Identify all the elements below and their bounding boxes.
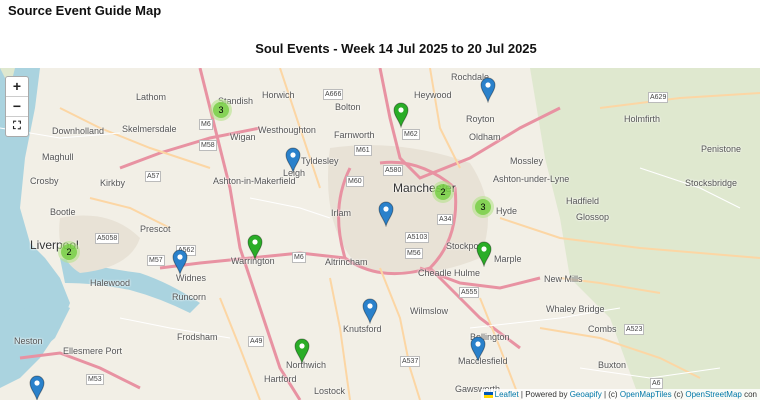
place-label: Hyde <box>496 206 518 216</box>
place-label: Lostock <box>314 386 346 396</box>
place-label: Penistone <box>701 144 742 154</box>
fullscreen-button[interactable]: ⛶ <box>6 117 28 136</box>
zoom-control: + − ⛶ <box>5 76 29 137</box>
cluster-count: 3 <box>213 102 229 118</box>
map-heading: Soul Events - Week 14 Jul 2025 to 20 Jul… <box>255 41 537 56</box>
road-shield: M60 <box>346 176 364 187</box>
place-label: Farnworth <box>334 130 375 140</box>
road-shield: M53 <box>86 374 104 385</box>
attribution-text: | Powered by <box>520 390 568 399</box>
attribution-text: con <box>744 390 757 399</box>
marker-cluster[interactable]: 3 <box>472 196 494 218</box>
openstreetmap-link[interactable]: OpenStreetMap <box>685 390 741 399</box>
openmaptiles-link[interactable]: OpenMapTiles <box>620 390 672 399</box>
place-label: Horwich <box>262 90 295 100</box>
road-shield: A34 <box>437 214 454 225</box>
zoom-in-button[interactable]: + <box>6 77 28 97</box>
place-label: Oldham <box>469 132 501 142</box>
event-marker[interactable] <box>480 77 496 103</box>
place-label: Irlam <box>331 208 351 218</box>
place-label: Bootle <box>50 207 76 217</box>
place-label: Neston <box>14 336 43 346</box>
place-label: Lathom <box>136 92 167 102</box>
place-label: Tyldesley <box>301 156 339 166</box>
road-shield: M57 <box>147 255 165 266</box>
cluster-count: 2 <box>61 244 77 260</box>
place-label: Kirkby <box>100 178 126 188</box>
cluster-count: 3 <box>475 199 491 215</box>
place-label: Mossley <box>510 156 544 166</box>
event-marker[interactable] <box>172 249 188 275</box>
event-marker[interactable] <box>247 234 263 260</box>
road-shield: M6 <box>199 119 213 130</box>
place-label: Heywood <box>414 90 452 100</box>
place-label: Runcorn <box>172 292 207 302</box>
leaflet-link[interactable]: Leaflet <box>495 390 519 399</box>
place-label: Halewood <box>90 278 131 288</box>
road-shield: A5058 <box>95 233 120 244</box>
road-shield: A5103 <box>405 232 430 243</box>
event-marker[interactable] <box>476 241 492 267</box>
geoapify-link[interactable]: Geoapify <box>570 390 602 399</box>
road-shield: M61 <box>354 145 372 156</box>
place-label: Hadfield <box>566 196 600 206</box>
road-shield: M6 <box>292 252 306 263</box>
place-label: Glossop <box>576 212 610 222</box>
place-label: Westhoughton <box>258 125 316 135</box>
place-label: Ellesmere Port <box>63 346 123 356</box>
marker-cluster[interactable]: 2 <box>58 241 80 263</box>
app-title: Source Event Guide Map <box>8 3 162 18</box>
marker-cluster[interactable]: 2 <box>432 181 454 203</box>
place-label: Stocksbridge <box>685 178 738 188</box>
attribution-text: (c) <box>673 390 684 399</box>
place-label: Downholland <box>52 126 105 136</box>
place-label: Wigan <box>230 132 256 142</box>
place-label: Prescot <box>140 224 171 234</box>
place-label: Knutsford <box>343 324 382 334</box>
place-label: Crosby <box>30 176 59 186</box>
place-label: Altrincham <box>325 257 368 267</box>
road-shield: A49 <box>248 336 265 347</box>
place-label: Skelmersdale <box>122 124 177 134</box>
road-shield: M56 <box>405 248 423 259</box>
place-label: Hartford <box>264 374 297 384</box>
marker-cluster[interactable]: 3 <box>210 99 232 121</box>
road-shield: A6 <box>650 378 663 389</box>
place-label: New Mills <box>544 274 583 284</box>
place-label: Ashton-under-Lyne <box>493 174 570 184</box>
map-attribution: Leaflet | Powered by Geoapify | (c) Open… <box>480 389 760 400</box>
event-marker[interactable] <box>294 338 310 364</box>
place-label: Cheadle Hulme <box>418 268 481 278</box>
road-shield: A666 <box>323 89 344 100</box>
road-shield: A555 <box>459 287 480 298</box>
place-label: Combs <box>588 324 617 334</box>
road-shield: A580 <box>383 165 404 176</box>
place-label: Wilmslow <box>410 306 448 316</box>
event-marker[interactable] <box>470 336 486 362</box>
zoom-out-button[interactable]: − <box>6 97 28 117</box>
event-marker[interactable] <box>285 147 301 173</box>
event-marker[interactable] <box>29 375 45 400</box>
event-marker[interactable] <box>393 102 409 128</box>
road-shield: A629 <box>648 92 669 103</box>
place-label: Marple <box>494 254 522 264</box>
event-marker[interactable] <box>378 201 394 227</box>
place-label: Whaley Bridge <box>546 304 605 314</box>
road-shield: A523 <box>624 324 645 335</box>
place-label: Buxton <box>598 360 627 370</box>
map-canvas[interactable]: Rochdale Horwich Heywood Bolton Lathom S… <box>0 68 760 400</box>
ukraine-flag-icon <box>483 391 493 398</box>
place-label: Bolton <box>335 102 361 112</box>
road-shield: M62 <box>402 129 420 140</box>
event-marker[interactable] <box>362 298 378 324</box>
place-label: Maghull <box>42 152 74 162</box>
road-shield: M58 <box>199 140 217 151</box>
place-label: Royton <box>466 114 495 124</box>
attribution-text: | (c) <box>603 390 618 399</box>
place-label: Holmfirth <box>624 114 661 124</box>
cluster-count: 2 <box>435 184 451 200</box>
place-label: Frodsham <box>177 332 218 342</box>
road-shield: A57 <box>145 171 162 182</box>
road-shield: A537 <box>400 356 421 367</box>
